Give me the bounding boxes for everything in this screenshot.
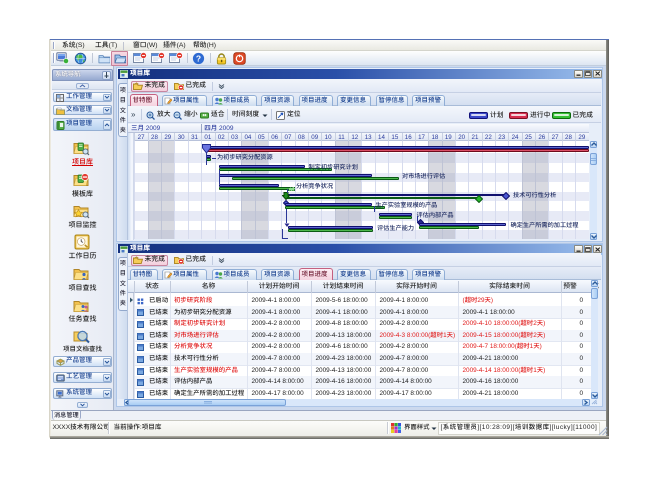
svg-text:?: ? [196,53,201,63]
